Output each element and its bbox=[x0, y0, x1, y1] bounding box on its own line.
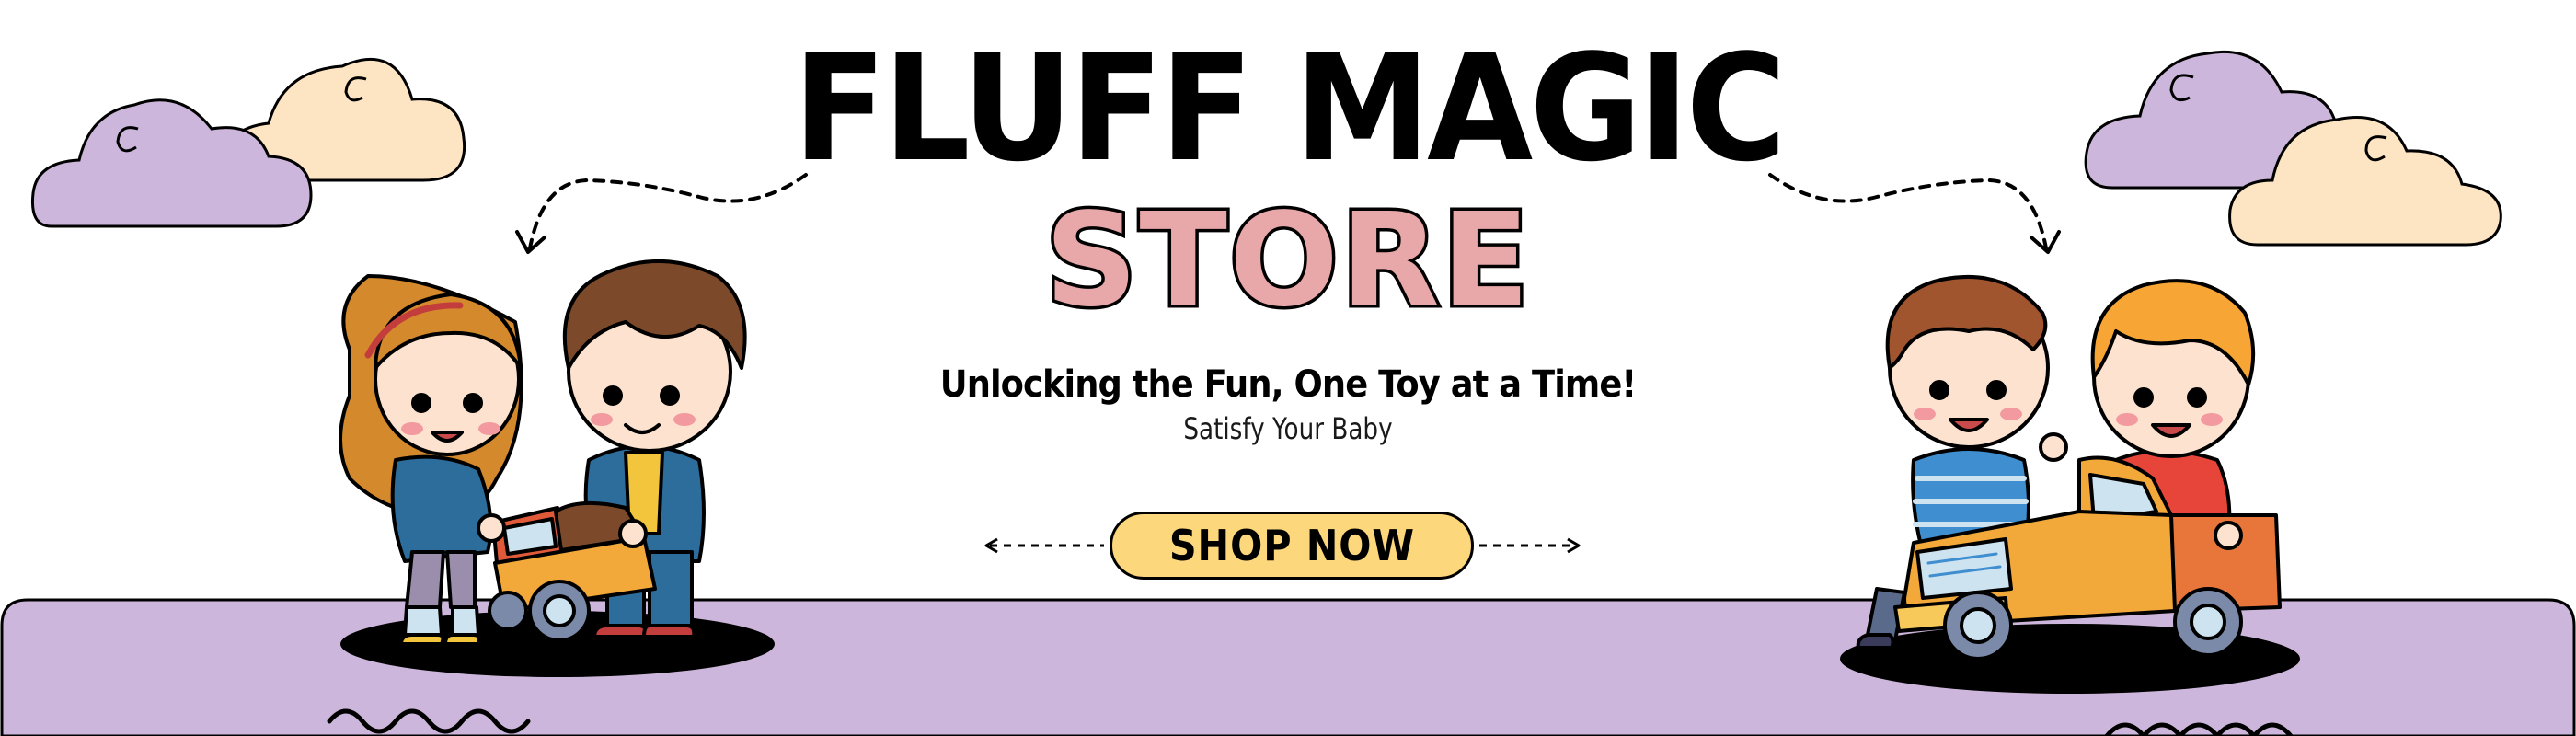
page-subtitle: STORE bbox=[1041, 186, 1533, 336]
shop-now-button[interactable]: SHOP NOW bbox=[1110, 512, 1474, 580]
page-title: FLUFF MAGIC bbox=[792, 22, 1787, 194]
subtagline: Satisfy Your Baby bbox=[1183, 411, 1393, 446]
shop-now-label: SHOP NOW bbox=[1168, 521, 1415, 570]
tagline: Unlocking the Fun, One Toy at a Time! bbox=[939, 363, 1637, 406]
